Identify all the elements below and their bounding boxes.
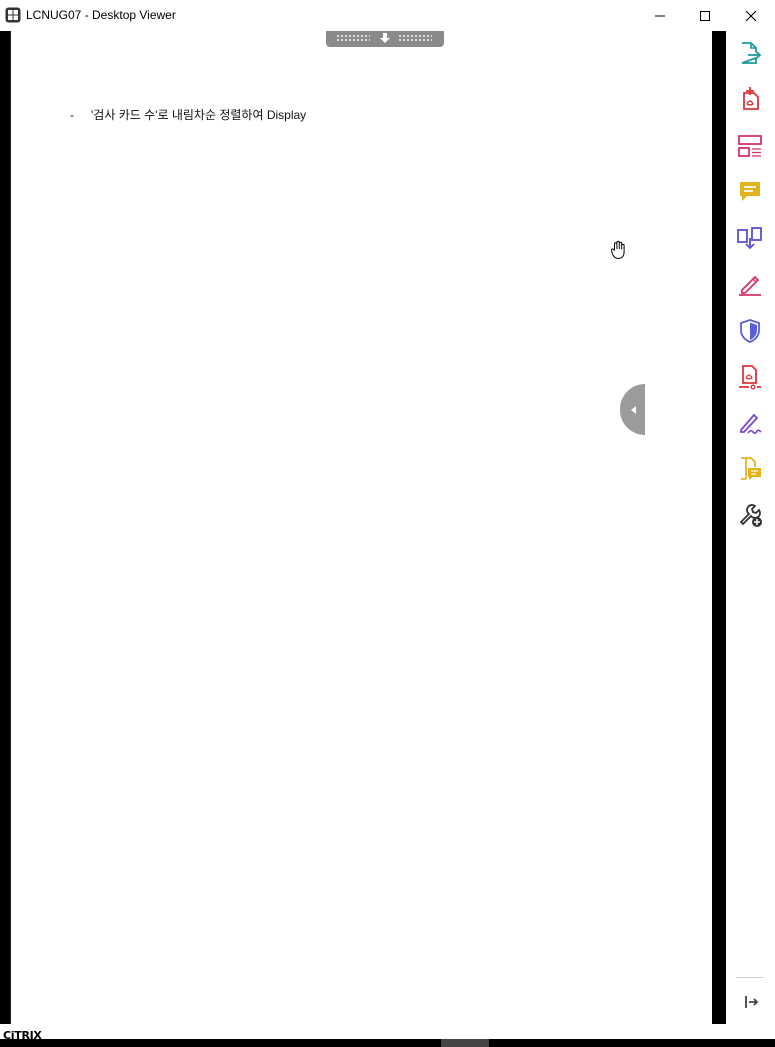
more-tools-tool[interactable]	[736, 501, 764, 529]
comment-tool[interactable]	[736, 178, 764, 206]
citrix-window-icon	[5, 7, 21, 23]
comment-icon	[740, 182, 760, 201]
close-icon	[745, 10, 757, 22]
window-title: LCNUG07 - Desktop Viewer	[26, 8, 176, 22]
pdf-redact-tool[interactable]	[736, 363, 764, 391]
send-for-comments-tool[interactable]	[736, 455, 764, 483]
title-bar: LCNUG07 - Desktop Viewer	[0, 0, 775, 31]
right-border	[712, 31, 726, 1024]
citrix-session-toolbar[interactable]	[326, 31, 444, 47]
close-button[interactable]	[728, 0, 774, 31]
left-border	[0, 31, 10, 1024]
maximize-icon	[700, 11, 710, 21]
protect-icon	[740, 319, 760, 343]
bullet-text: '검사 카드 수'로 내림차순 정렬하여 Display	[91, 108, 307, 122]
collapse-pane-icon[interactable]	[740, 991, 762, 1013]
fill-sign-icon	[739, 275, 761, 296]
document-page[interactable]: - '검사 카드 수'로 내림차순 정렬하여 Display	[10, 31, 712, 1024]
fill-sign-tool[interactable]	[736, 270, 764, 298]
create-pdf-tool[interactable]	[736, 85, 764, 113]
taskbar-strip	[0, 1039, 775, 1047]
bullet-item: - '검사 카드 수'로 내림차순 정렬하여 Display	[70, 108, 306, 122]
tools-pane	[726, 31, 775, 1024]
send-for-signature-tool[interactable]	[736, 409, 764, 437]
minimize-icon	[655, 15, 665, 17]
pane-divider	[736, 977, 764, 978]
download-arrow-icon[interactable]	[379, 33, 391, 44]
chevron-left-icon	[631, 406, 636, 414]
minimize-button[interactable]	[637, 0, 683, 31]
export-pdf-tool[interactable]	[736, 39, 764, 67]
maximize-button[interactable]	[682, 0, 728, 31]
more-tools-icon	[739, 504, 762, 527]
pdf-redact-icon	[739, 365, 761, 390]
create-pdf-icon	[743, 87, 759, 110]
export-pdf-icon	[741, 42, 762, 64]
hand-cursor-icon	[610, 240, 625, 260]
send-for-comments-icon	[741, 457, 761, 480]
edit-pdf-icon	[738, 135, 762, 157]
bullet-marker: -	[70, 108, 74, 122]
combine-files-tool[interactable]	[736, 224, 764, 252]
edit-pdf-tool[interactable]	[736, 132, 764, 160]
protect-tool[interactable]	[736, 317, 764, 345]
combine-files-icon	[737, 227, 762, 250]
grip-dots-right	[398, 34, 432, 43]
send-for-signature-icon	[740, 413, 762, 435]
grip-dots-left	[336, 34, 370, 43]
taskbar-tab[interactable]	[441, 1039, 489, 1047]
